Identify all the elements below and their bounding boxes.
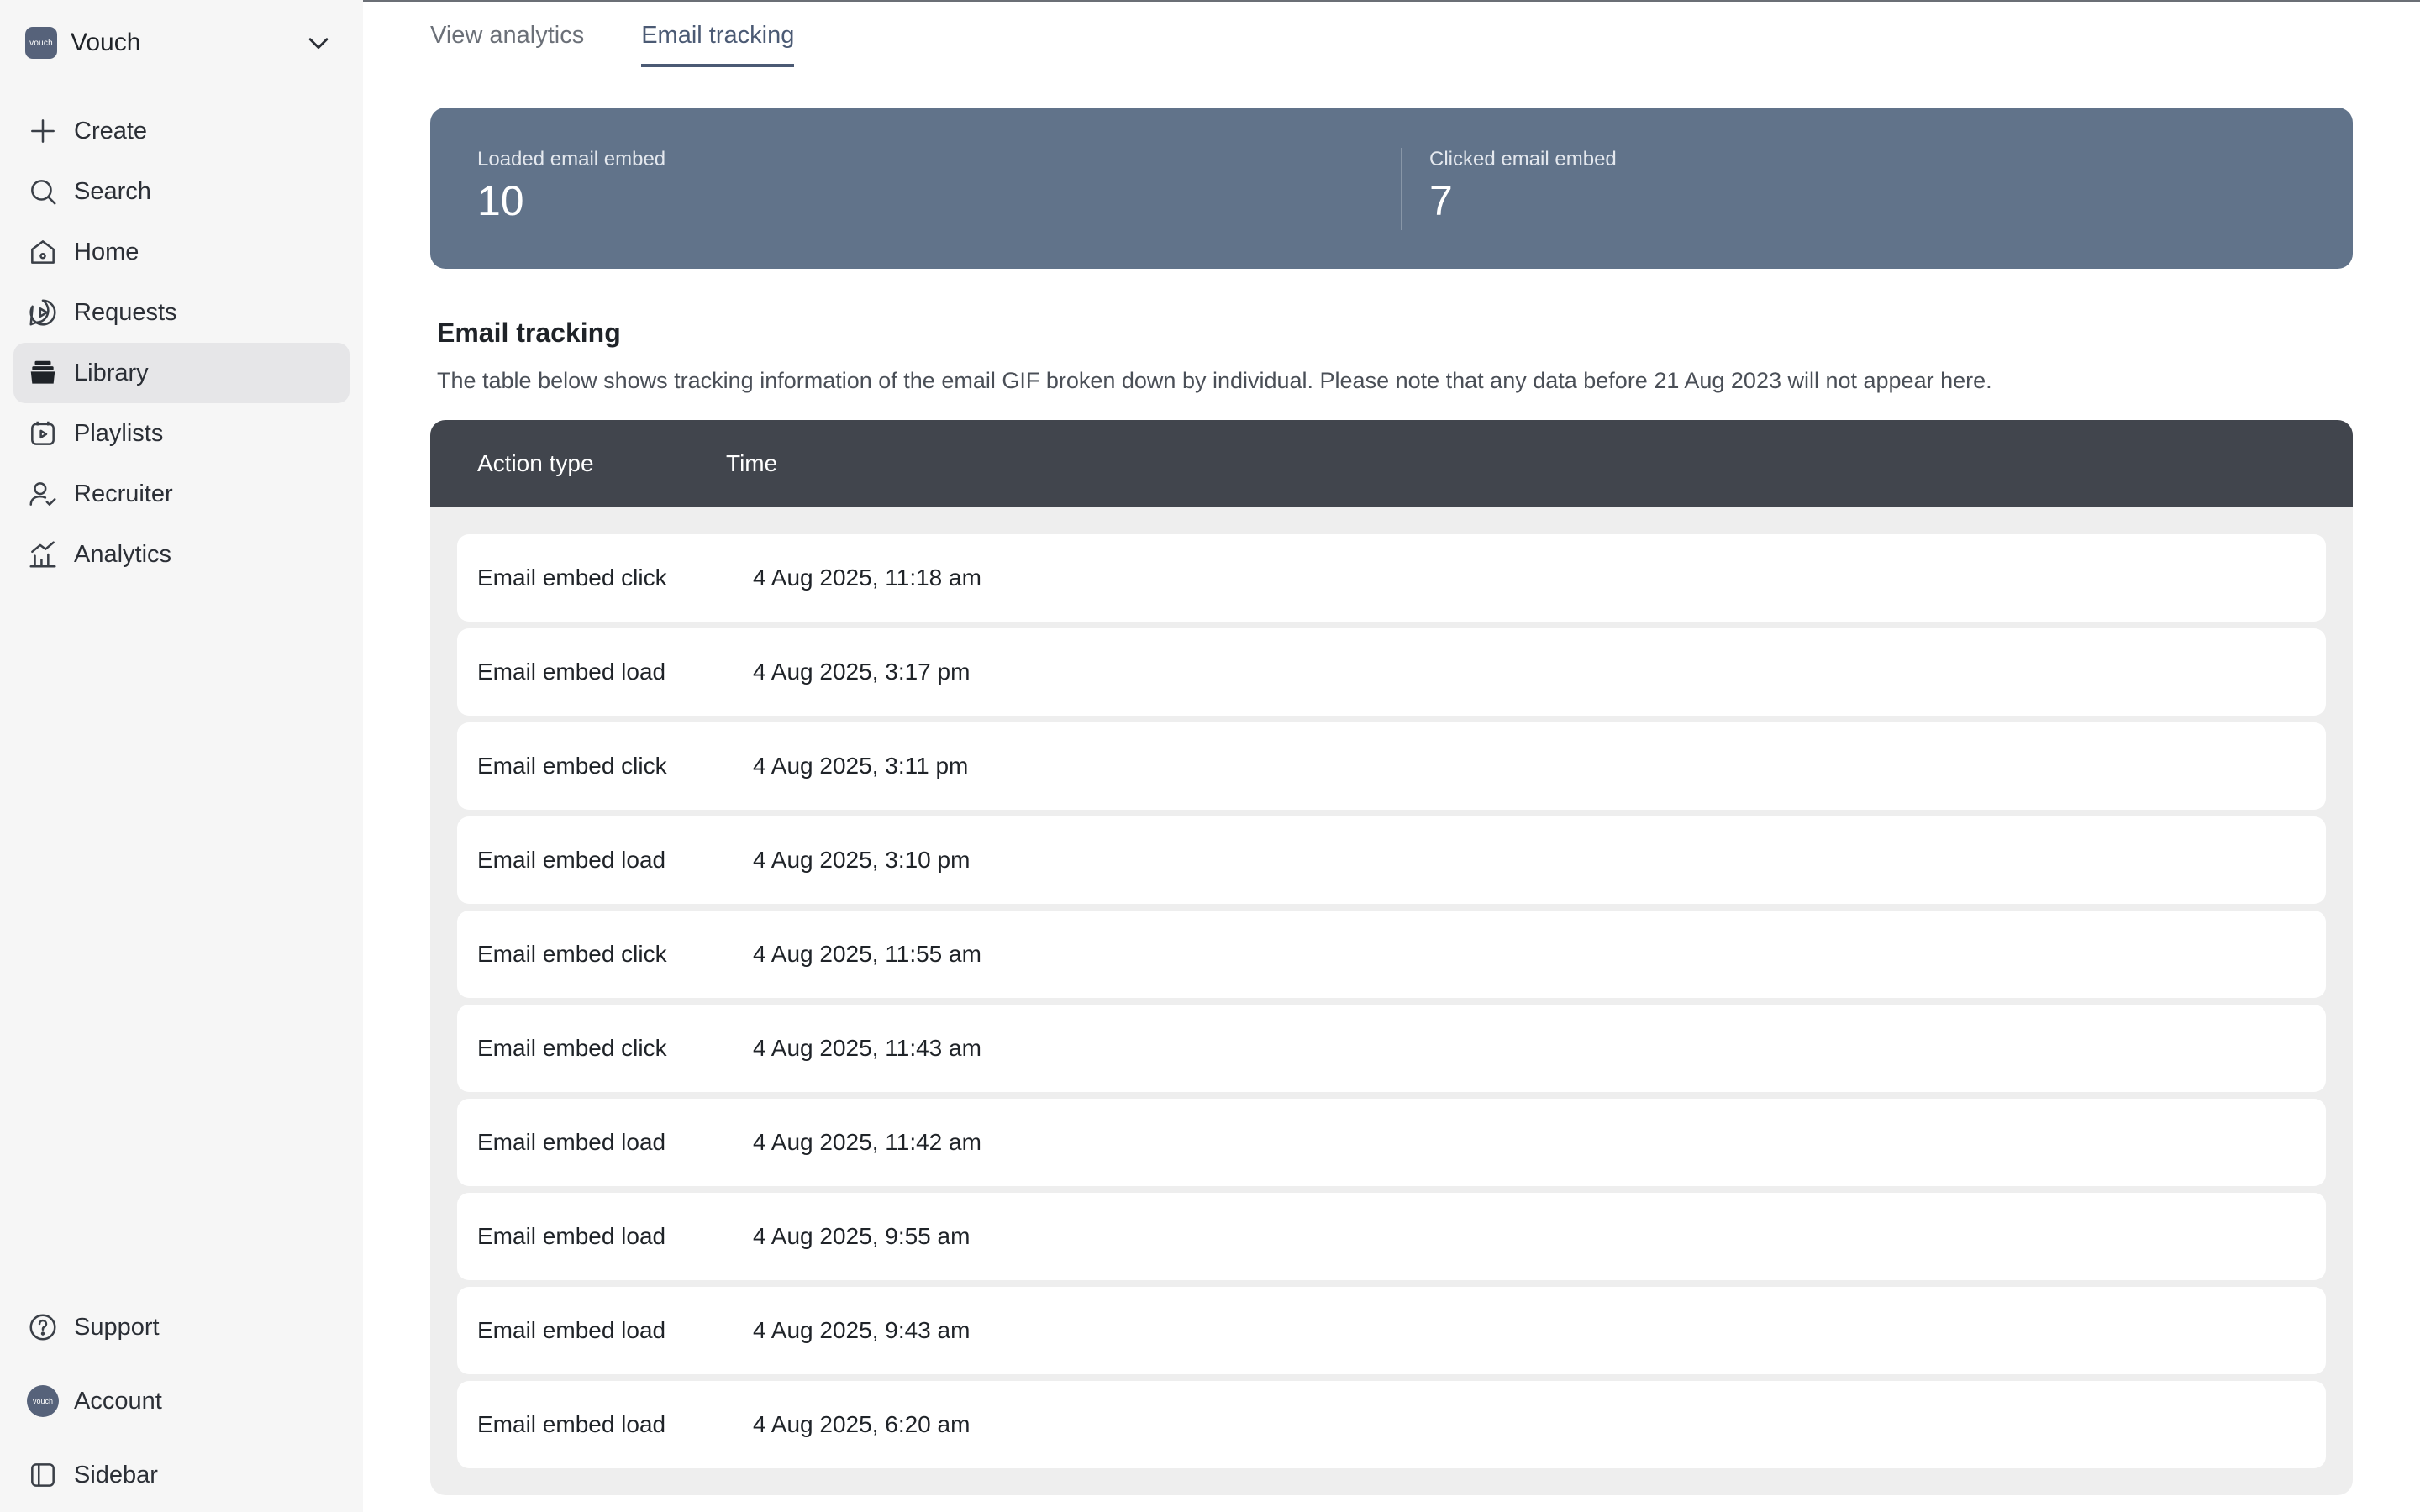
sidebar-bottom: Support vouch Account Sidebar: [13, 1290, 350, 1512]
cell-time: 4 Aug 2025, 11:43 am: [753, 1035, 981, 1061]
cell-action: Email embed click: [477, 564, 667, 591]
home-icon: [31, 240, 55, 264]
stats-panel: Loaded email embed 10 Clicked email embe…: [430, 108, 2353, 269]
sidebar-icon: [31, 1463, 55, 1487]
requests-icon: [29, 299, 56, 326]
cell-action: Email embed load: [477, 847, 666, 873]
help-icon: [29, 1314, 56, 1341]
sidebar-item-label: Account: [74, 1387, 162, 1415]
sidebar-item-toggle-sidebar[interactable]: Sidebar: [13, 1438, 350, 1512]
app: vouch Vouch Create Search Home Requests: [0, 0, 2420, 1512]
plus-icon: [31, 119, 55, 143]
sidebar-item-label: Library: [74, 359, 149, 386]
cell-time: 4 Aug 2025, 3:11 pm: [753, 753, 969, 779]
column-header-time: Time: [726, 450, 778, 476]
tab-bar: View analytics Email tracking: [430, 2, 851, 69]
table-row[interactable]: Email embed load 4 Aug 2025, 9:43 am: [457, 1287, 2326, 1374]
cell-action: Email embed load: [477, 1411, 666, 1437]
sidebar-nav: Create Search Home Requests Library Play…: [13, 101, 350, 585]
tab-view-analytics[interactable]: View analytics: [430, 2, 584, 67]
table-row[interactable]: Email embed click 4 Aug 2025, 11:55 am: [457, 911, 2326, 998]
cell-action: Email embed load: [477, 1317, 666, 1343]
table-row[interactable]: Email embed click 4 Aug 2025, 11:43 am: [457, 1005, 2326, 1092]
sidebar-item-recruiter[interactable]: Recruiter: [13, 464, 350, 524]
sidebar-item-account[interactable]: vouch Account: [13, 1364, 350, 1438]
column-header-action: Action type: [477, 450, 594, 476]
table-row[interactable]: Email embed click 4 Aug 2025, 11:18 am: [457, 534, 2326, 622]
workspace-logo: vouch: [25, 27, 57, 59]
sidebar-item-playlists[interactable]: Playlists: [13, 403, 350, 464]
cell-time: 4 Aug 2025, 11:55 am: [753, 941, 981, 967]
table-header: Action type Time: [430, 420, 2353, 507]
table-row[interactable]: Email embed load 4 Aug 2025, 6:20 am: [457, 1381, 2326, 1468]
cell-action: Email embed click: [477, 753, 667, 779]
sidebar: vouch Vouch Create Search Home Requests: [0, 0, 363, 1512]
table-row[interactable]: Email embed click 4 Aug 2025, 3:11 pm: [457, 722, 2326, 810]
sidebar-item-analytics[interactable]: Analytics: [13, 524, 350, 585]
playlist-icon: [31, 421, 55, 445]
workspace-switcher[interactable]: vouch Vouch: [25, 24, 345, 62]
sidebar-item-label: Search: [74, 177, 151, 205]
sidebar-item-label: Requests: [74, 298, 177, 326]
sidebar-item-label: Sidebar: [74, 1461, 158, 1488]
sidebar-item-label: Support: [74, 1313, 160, 1341]
stat-value: 7: [1429, 177, 1453, 224]
cell-action: Email embed load: [477, 659, 666, 685]
tab-email-tracking[interactable]: Email tracking: [641, 2, 795, 67]
tracking-table: Action type Time Email embed click 4 Aug …: [430, 420, 2353, 1495]
sidebar-item-search[interactable]: Search: [13, 161, 350, 222]
sidebar-item-label: Analytics: [74, 540, 172, 568]
sidebar-item-home[interactable]: Home: [13, 222, 350, 282]
user-check-icon: [29, 482, 56, 506]
section-title: Email tracking: [437, 318, 621, 348]
stat-clicked: Clicked email embed 7: [1401, 108, 2353, 269]
cell-action: Email embed click: [477, 1035, 667, 1061]
sidebar-item-label: Create: [74, 117, 148, 144]
sidebar-item-label: Home: [74, 238, 139, 265]
cell-time: 4 Aug 2025, 11:42 am: [753, 1129, 981, 1155]
analytics-icon: [29, 541, 56, 568]
stat-label: Clicked email embed: [1429, 148, 1617, 171]
sidebar-item-label: Recruiter: [74, 480, 173, 507]
sidebar-item-requests[interactable]: Requests: [13, 282, 350, 343]
table-body: Email embed click 4 Aug 2025, 11:18 am Em…: [430, 507, 2353, 1468]
section-description: The table below shows tracking informati…: [437, 368, 1992, 393]
workspace-name: Vouch: [71, 29, 141, 56]
cell-time: 4 Aug 2025, 3:10 pm: [753, 847, 971, 873]
main-content: View analytics Email tracking Loaded ema…: [363, 0, 2420, 1512]
cell-time: 4 Aug 2025, 3:17 pm: [753, 659, 971, 685]
sidebar-item-library[interactable]: Library: [13, 343, 350, 403]
sidebar-item-label: Playlists: [74, 419, 164, 447]
cell-time: 4 Aug 2025, 9:43 am: [753, 1317, 971, 1343]
table-row[interactable]: Email embed load 4 Aug 2025, 9:55 am: [457, 1193, 2326, 1280]
stat-loaded: Loaded email embed 10: [430, 108, 1401, 269]
table-row[interactable]: Email embed load 4 Aug 2025, 3:10 pm: [457, 816, 2326, 904]
chevron-down-icon[interactable]: [304, 29, 333, 57]
cell-action: Email embed load: [477, 1129, 666, 1155]
sidebar-item-support[interactable]: Support: [13, 1290, 350, 1364]
cell-time: 4 Aug 2025, 6:20 am: [753, 1411, 971, 1437]
stat-label: Loaded email embed: [477, 148, 666, 171]
library-icon: [30, 360, 55, 384]
cell-action: Email embed load: [477, 1223, 666, 1249]
cell-time: 4 Aug 2025, 11:18 am: [753, 564, 981, 591]
search-icon: [31, 180, 56, 205]
stat-value: 10: [477, 177, 524, 224]
table-row[interactable]: Email embed load 4 Aug 2025, 3:17 pm: [457, 628, 2326, 716]
sidebar-item-create[interactable]: Create: [13, 101, 350, 161]
cell-time: 4 Aug 2025, 9:55 am: [753, 1223, 971, 1249]
table-row[interactable]: Email embed load 4 Aug 2025, 11:42 am: [457, 1099, 2326, 1186]
cell-action: Email embed click: [477, 941, 667, 967]
avatar: vouch: [27, 1385, 59, 1417]
